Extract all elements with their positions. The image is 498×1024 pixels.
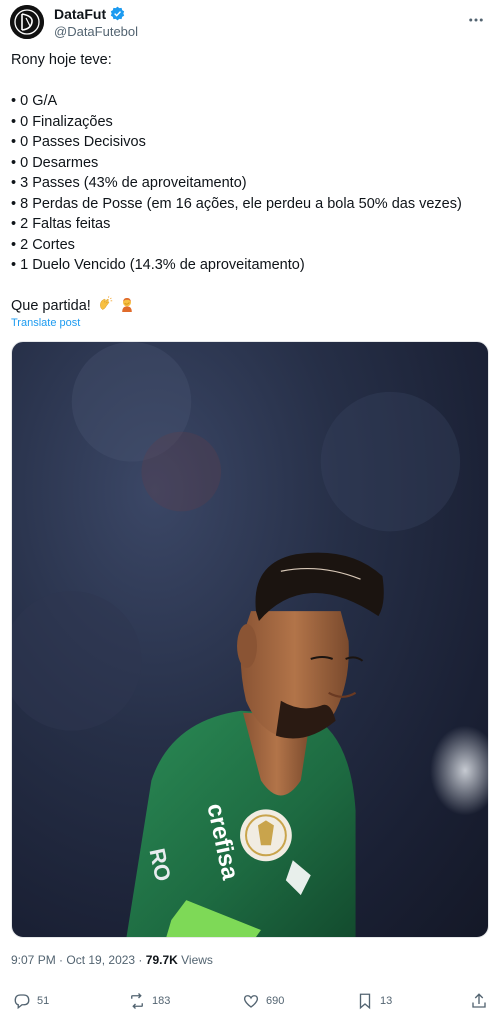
repost-count: 183 <box>152 995 171 1007</box>
datafut-logo-icon <box>10 5 44 39</box>
post-meta: 9:07 PM · Oct 19, 2023 · 79.7K Views <box>11 953 213 967</box>
post-media[interactable]: crefisa RO <box>11 341 489 938</box>
author-handle[interactable]: @DataFutebol <box>54 24 138 39</box>
meta-separator: · <box>135 953 146 967</box>
views-count: 79.7K <box>145 953 178 967</box>
author-info[interactable]: DataFut @DataFutebol <box>54 6 138 39</box>
post-line: • 3 Passes (43% de aproveitamento) <box>11 175 247 191</box>
action-bar: 51 183 690 13 <box>0 992 498 1016</box>
post-body: Rony hoje teve: • 0 G/A • 0 Finalizações… <box>11 50 487 317</box>
player-photo-icon: crefisa RO <box>12 342 488 937</box>
post-line: • 8 Perdas de Posse (em 16 ações, ele pe… <box>11 195 462 212</box>
post-line: • 0 Desarmes <box>11 154 99 171</box>
like-count: 690 <box>266 995 285 1007</box>
more-dots-icon[interactable] <box>464 8 488 32</box>
share-button[interactable] <box>470 992 488 1010</box>
like-button[interactable]: 690 <box>242 992 284 1010</box>
repost-button[interactable]: 183 <box>128 992 170 1010</box>
views-label: Views <box>177 953 213 967</box>
display-name[interactable]: DataFut <box>54 6 106 22</box>
bookmark-icon <box>359 993 371 1010</box>
reply-count: 51 <box>37 995 50 1007</box>
post-closing-text: Que partida! <box>11 298 91 314</box>
bookmark-button[interactable]: 13 <box>356 992 392 1010</box>
clapping-hands-emoji-icon <box>99 296 113 310</box>
post-line: • 0 Passes Decisivos <box>11 134 146 150</box>
post-line: • 2 Faltas feitas <box>11 216 111 232</box>
heart-icon <box>243 995 259 1008</box>
post-line: • 0 G/A <box>11 93 58 109</box>
post-header: DataFut @DataFutebol <box>10 2 488 42</box>
verified-badge-icon <box>110 6 125 21</box>
post-date[interactable]: Oct 19, 2023 <box>66 953 135 967</box>
post-line: • 0 Finalizações <box>11 113 113 130</box>
translate-post-link[interactable]: Translate post <box>11 317 80 329</box>
post-line-final: Que partida! <box>11 296 487 317</box>
person-facepalming-emoji-icon <box>122 297 132 312</box>
reply-button[interactable]: 51 <box>13 992 49 1010</box>
share-icon <box>472 993 486 1008</box>
post-line: • 2 Cortes <box>11 236 75 253</box>
post-time[interactable]: 9:07 PM <box>11 953 56 967</box>
avatar[interactable] <box>10 5 44 39</box>
repost-icon <box>131 993 143 1009</box>
post-line: Rony hoje teve: <box>11 52 112 68</box>
post-line: • 1 Duelo Vencido (14.3% de aproveitamen… <box>11 257 305 273</box>
bookmark-count: 13 <box>380 995 393 1007</box>
meta-separator: · <box>55 953 67 967</box>
reply-icon <box>14 994 30 1010</box>
